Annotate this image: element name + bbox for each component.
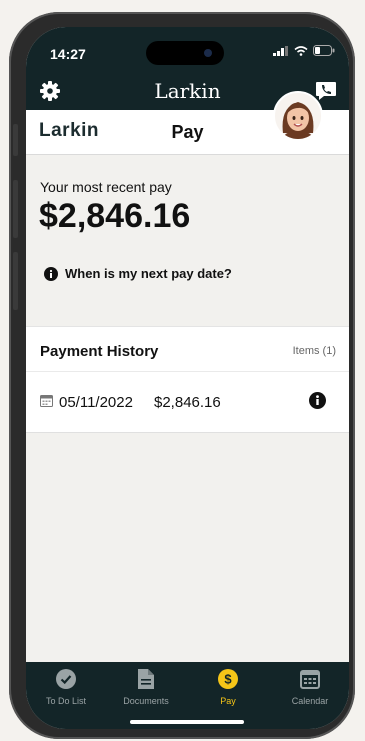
tab-bar: To Do List Documents $ Pay Calendar xyxy=(26,662,349,729)
side-button xyxy=(13,180,18,238)
status-icons xyxy=(273,45,335,56)
info-icon[interactable] xyxy=(309,392,326,409)
payment-history: Payment History Items (1) 05/11/2022 $2,… xyxy=(26,326,349,433)
signal-icon xyxy=(273,45,288,56)
tab-pay[interactable]: $ Pay xyxy=(192,669,264,706)
battery-icon xyxy=(313,45,335,56)
items-count: Items (1) xyxy=(292,345,336,357)
dynamic-island xyxy=(146,41,224,65)
payment-amount: $2,846.16 xyxy=(154,394,221,411)
check-circle-icon xyxy=(56,669,76,689)
tab-calendar[interactable]: Calendar xyxy=(274,669,346,706)
table-row[interactable]: 05/11/2022 $2,846.16 xyxy=(26,372,349,432)
next-pay-date-link[interactable]: When is my next pay date? xyxy=(44,266,232,281)
home-indicator[interactable] xyxy=(130,720,244,724)
calendar-icon xyxy=(300,670,320,689)
svg-text:$: $ xyxy=(224,672,232,687)
tab-to-do-list[interactable]: To Do List xyxy=(30,669,102,706)
info-icon xyxy=(44,266,58,281)
calendar-icon xyxy=(40,395,53,407)
status-time: 14:27 xyxy=(50,46,86,62)
tab-documents[interactable]: Documents xyxy=(110,669,182,706)
side-button xyxy=(13,124,18,156)
payment-date: 05/11/2022 xyxy=(59,394,133,411)
tab-label: Calendar xyxy=(291,696,329,706)
dollar-icon: $ xyxy=(218,669,238,689)
next-pay-date-text: When is my next pay date? xyxy=(65,266,232,281)
document-icon xyxy=(138,669,154,689)
app-screen: 14:27 Larkin Larkin Pay Your most recent… xyxy=(26,27,349,729)
recent-pay-label: Your most recent pay xyxy=(40,179,172,195)
phone-chat-icon[interactable] xyxy=(315,81,337,101)
wifi-icon xyxy=(294,45,308,56)
tab-label: To Do List xyxy=(45,696,87,706)
side-button xyxy=(13,252,18,310)
tab-label: Pay xyxy=(220,696,236,706)
tab-label: Documents xyxy=(123,696,169,706)
recent-pay-amount: $2,846.16 xyxy=(39,197,191,235)
avatar[interactable] xyxy=(273,91,323,141)
payment-history-title: Payment History xyxy=(40,343,159,360)
